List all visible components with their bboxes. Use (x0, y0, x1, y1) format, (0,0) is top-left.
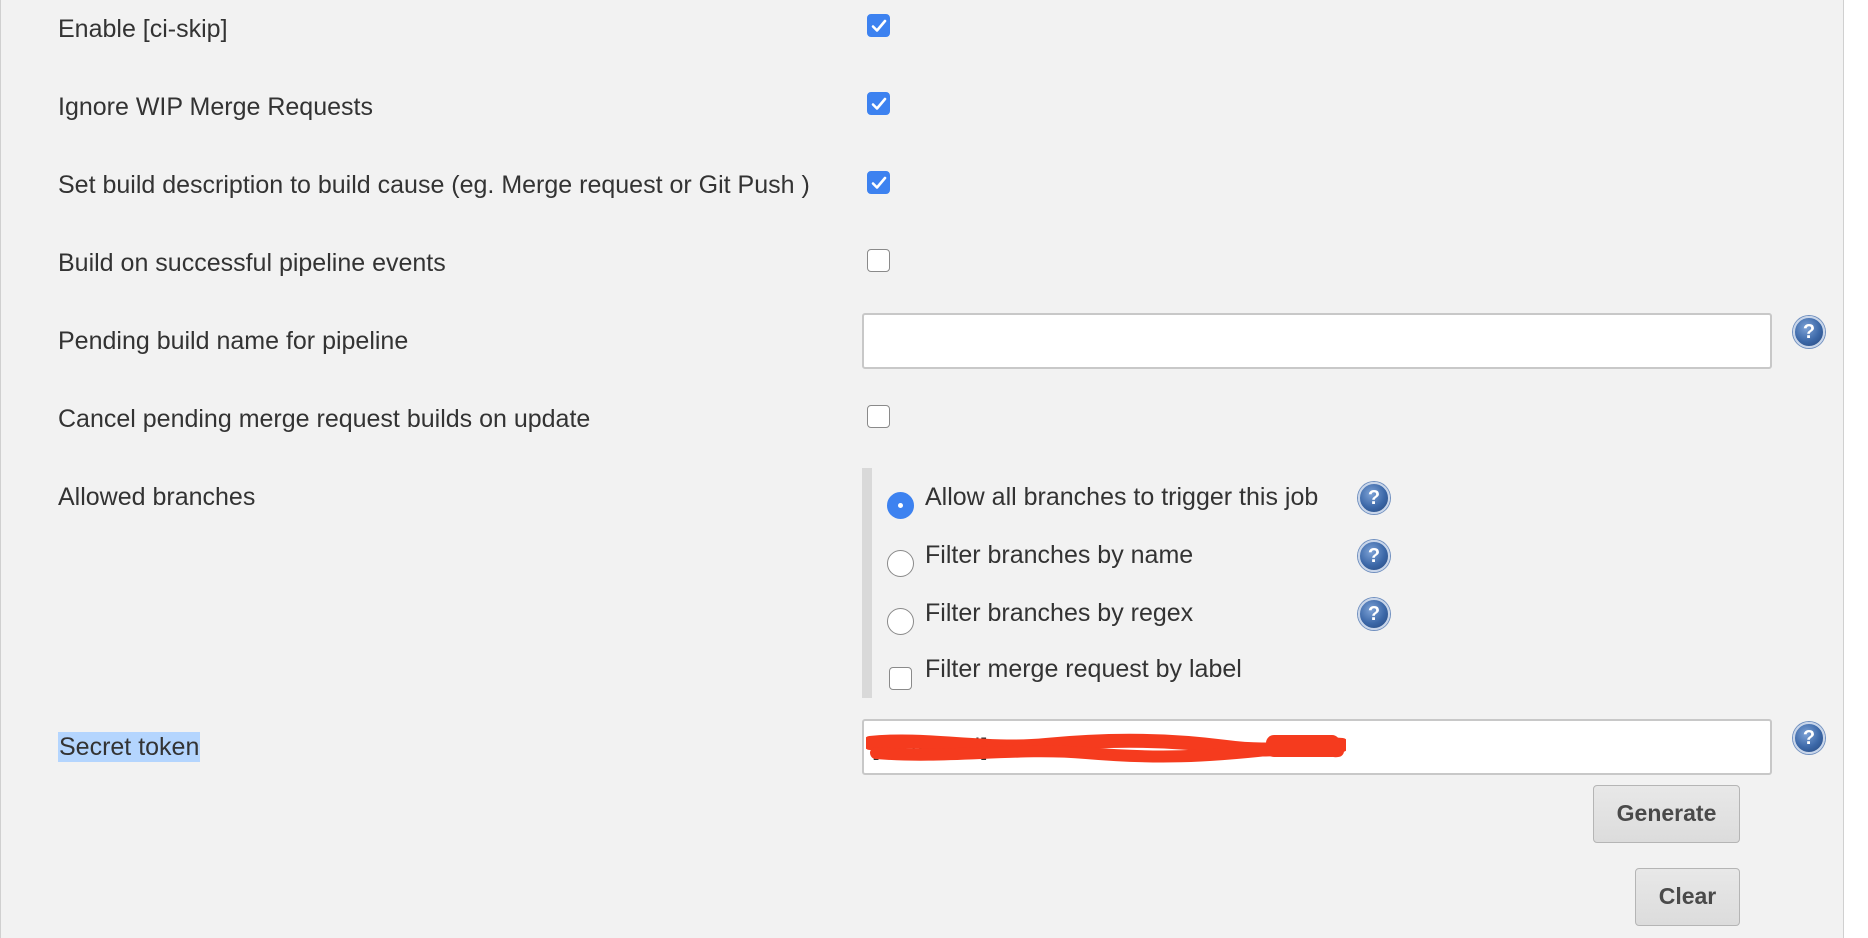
build-description-label: Set build description to build cause (eg… (58, 171, 810, 199)
allowed-branches-label: Allowed branches (58, 483, 256, 511)
help-icon[interactable]: ? (1793, 722, 1825, 754)
pipeline-events-label: Build on successful pipeline events (58, 249, 446, 277)
ci-skip-checkbox[interactable] (867, 14, 890, 37)
build-description-checkbox[interactable] (867, 171, 890, 194)
ignore-wip-label: Ignore WIP Merge Requests (58, 93, 373, 121)
generate-button[interactable]: Generate (1593, 785, 1740, 843)
help-icon[interactable]: ? (1358, 540, 1390, 572)
pending-build-name-label: Pending build name for pipeline (58, 327, 409, 355)
radio-allow-all-branches[interactable] (887, 492, 914, 519)
red-scribble-icon (866, 733, 1346, 763)
clear-button[interactable]: Clear (1635, 868, 1740, 926)
trigger-settings-panel: Enable [ci-skip] Ignore WIP Merge Reques… (0, 0, 1844, 938)
secret-token-input[interactable]: [redacted] (862, 719, 1772, 775)
checkmark-icon (871, 19, 887, 32)
cancel-pending-checkbox[interactable] (867, 405, 890, 428)
checkmark-icon (871, 176, 887, 189)
pipeline-events-checkbox[interactable] (867, 249, 890, 272)
help-icon[interactable]: ? (1358, 482, 1390, 514)
cancel-pending-label: Cancel pending merge request builds on u… (58, 405, 591, 433)
help-icon[interactable]: ? (1793, 316, 1825, 348)
pending-build-name-input[interactable] (862, 313, 1772, 369)
filter-by-regex-label: Filter branches by regex (925, 599, 1194, 627)
filter-by-label-checkbox[interactable] (889, 667, 912, 690)
branch-options-indent-bar (862, 468, 872, 698)
secret-token-label: Secret token (58, 732, 201, 762)
ci-skip-label: Enable [ci-skip] (58, 15, 228, 43)
radio-filter-by-name[interactable] (887, 550, 914, 577)
help-icon[interactable]: ? (1358, 598, 1390, 630)
allow-all-branches-label: Allow all branches to trigger this job (925, 483, 1319, 511)
ignore-wip-checkbox[interactable] (867, 92, 890, 115)
checkmark-icon (871, 97, 887, 110)
radio-filter-by-regex[interactable] (887, 608, 914, 635)
filter-by-label-label: Filter merge request by label (925, 655, 1242, 683)
filter-by-name-label: Filter branches by name (925, 541, 1194, 569)
